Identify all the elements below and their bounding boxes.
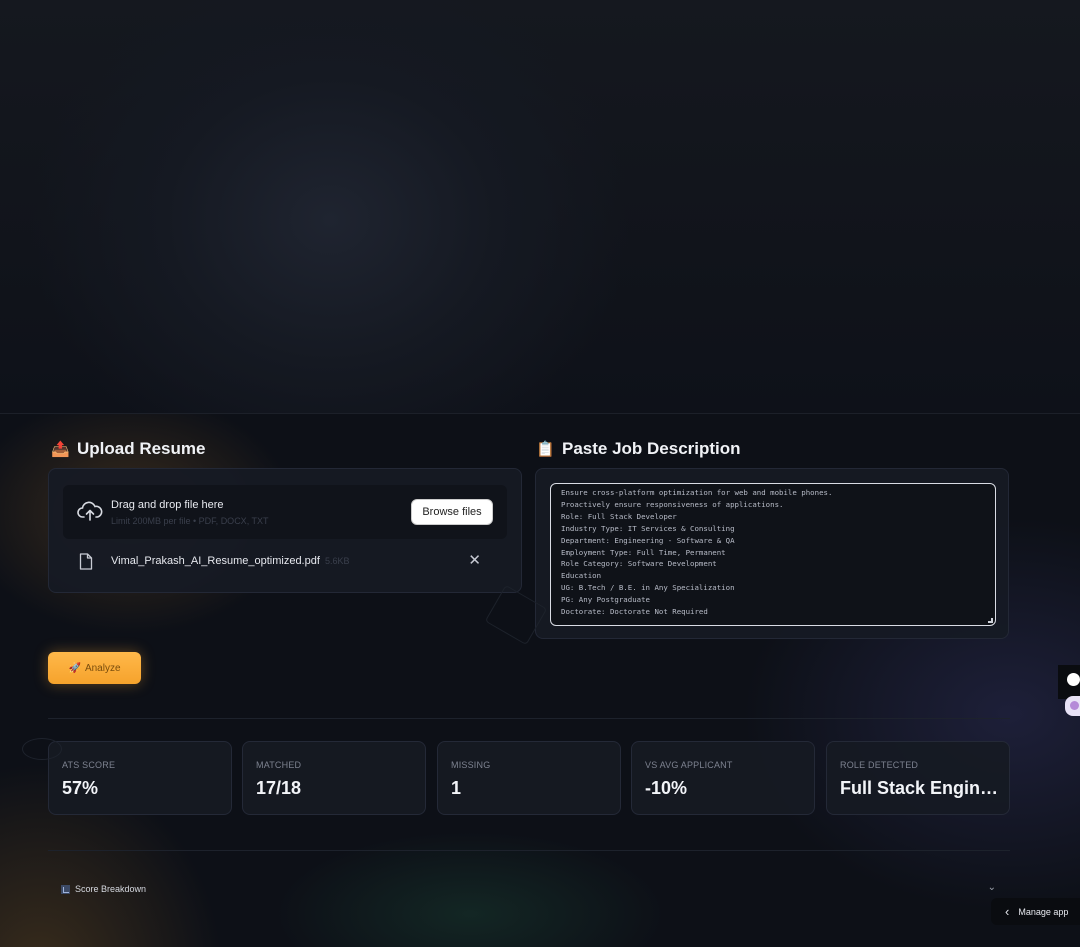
analyze-button[interactable]: 🚀 Analyze (48, 652, 141, 684)
metric-label: Role Detected (840, 760, 919, 770)
divider (48, 718, 1010, 719)
textarea-resize-handle[interactable] (988, 618, 993, 623)
score-breakdown-expander[interactable]: Score Breakdown ⌄ (48, 870, 1010, 910)
upload-section-title: 📤 Upload Resume (51, 439, 205, 459)
uploaded-file-row: Vimal_Prakash_AI_Resume_optimized.pdf 5.… (63, 547, 507, 577)
avatar[interactable] (1065, 696, 1080, 716)
top-empty-area (0, 0, 1080, 413)
jd-line: Ensure cross-platform optimization for w… (561, 488, 833, 497)
upload-title-text: Upload Resume (77, 439, 206, 458)
file-icon (79, 553, 93, 570)
clipboard-emoji-icon: 📋 (536, 441, 555, 458)
dropzone-subtitle: Limit 200MB per file • PDF, DOCX, TXT (111, 516, 269, 526)
metric-matched: Matched 17/18 (242, 741, 426, 815)
dropzone-title: Drag and drop file here (111, 499, 224, 511)
metric-label: ATS Score (62, 760, 116, 770)
job-section-title: 📋 Paste Job Description (536, 439, 741, 459)
rocket-icon: 🚀 (68, 662, 81, 674)
cloud-upload-icon (77, 501, 103, 521)
jd-line: Industry Type: IT Services & Consulting (561, 523, 735, 533)
metric-value: -10% (645, 778, 688, 798)
metric-ats-score: ATS Score 57% (48, 741, 232, 815)
bar-chart-icon (61, 884, 70, 894)
uploaded-file-name: Vimal_Prakash_AI_Resume_optimized.pdf (111, 555, 320, 567)
browse-files-button[interactable]: Browse files (411, 499, 493, 525)
jd-line: Proactively ensure responsiveness of app… (561, 499, 784, 509)
metric-label: vs Avg Applicant (645, 760, 733, 770)
score-breakdown-header: Score Breakdown (61, 884, 146, 894)
remove-file-icon[interactable]: ✕ (468, 552, 481, 570)
manage-app-button[interactable]: ‹ Manage app (991, 898, 1080, 925)
jd-line: Education (561, 571, 602, 581)
metric-value: 17/18 (256, 778, 302, 798)
jd-line: Role: Full Stack Developer (561, 511, 677, 521)
divider (48, 850, 1010, 851)
score-breakdown-label: Score Breakdown (75, 884, 147, 894)
metric-missing: Missing 1 (437, 741, 621, 815)
jd-line: Department: Engineering - Software & QA (561, 535, 735, 545)
job-description-textarea[interactable]: Ensure cross-platform optimization for w… (550, 483, 996, 626)
uploaded-file-size: 5.6KB (325, 556, 350, 566)
upload-card: Drag and drop file here Limit 200MB per … (48, 468, 522, 593)
jd-line: Doctorate: Doctorate Not Required (561, 607, 708, 617)
job-description-card: Ensure cross-platform optimization for w… (535, 468, 1009, 639)
side-toolbar-dot-icon (1067, 673, 1080, 686)
metric-label: Matched (256, 760, 302, 770)
app-main: 📤 Upload Resume Drag and drop file here … (0, 413, 1080, 947)
file-dropzone[interactable]: Drag and drop file here Limit 200MB per … (63, 485, 507, 539)
metric-label: Missing (451, 760, 491, 770)
upload-emoji-icon: 📤 (51, 441, 70, 458)
decorative-ring (22, 738, 62, 760)
jd-line: Role Category: Software Development (561, 559, 717, 569)
metric-vs-avg-applicant: vs Avg Applicant -10% (631, 741, 815, 815)
job-title-text: Paste Job Description (562, 439, 741, 458)
jd-line: UG: B.Tech / B.E. in Any Specialization (561, 583, 735, 593)
metric-role-detected: Role Detected Full Stack Engineer (826, 741, 1010, 815)
metric-value: Full Stack Engineer (840, 778, 1000, 798)
analyze-label: Analyze (84, 662, 121, 674)
chevron-down-icon: ⌄ (987, 882, 996, 893)
jd-line: Employment Type: Full Time, Permanent (561, 547, 726, 557)
jd-line: PG: Any Postgraduate (561, 595, 650, 605)
manage-app-label: Manage app (1018, 906, 1069, 917)
chevron-left-icon: ‹ (1005, 903, 1010, 919)
metric-value: 57% (62, 778, 99, 798)
metric-value: 1 (451, 778, 462, 798)
